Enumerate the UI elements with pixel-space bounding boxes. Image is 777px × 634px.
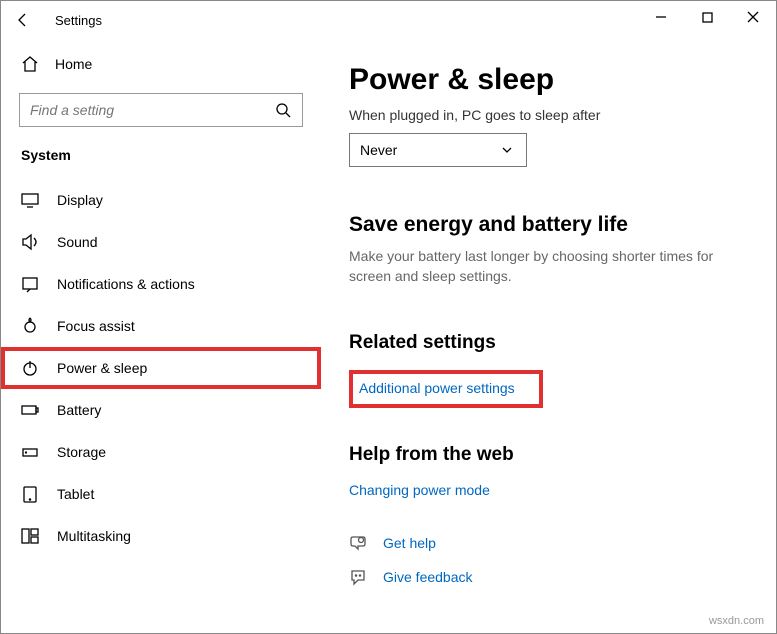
additional-power-link[interactable]: Additional power settings xyxy=(359,380,515,396)
dropdown-value: Never xyxy=(360,142,397,158)
energy-heading: Save energy and battery life xyxy=(349,213,746,237)
sidebar-item-storage[interactable]: Storage xyxy=(1,431,321,473)
battery-icon xyxy=(21,401,39,419)
back-button[interactable] xyxy=(15,12,51,28)
multitasking-icon xyxy=(21,527,39,545)
help-heading: Help from the web xyxy=(349,444,746,466)
highlight-box: Additional power settings xyxy=(349,370,543,408)
sidebar-item-sound[interactable]: Sound xyxy=(1,221,321,263)
sidebar: Home System Display Sound Notifications … xyxy=(1,39,321,633)
search-field[interactable] xyxy=(30,102,270,118)
feedback-icon xyxy=(349,568,367,586)
home-nav[interactable]: Home xyxy=(1,47,321,81)
link-text: Get help xyxy=(383,535,436,551)
sidebar-item-power-sleep[interactable]: Power & sleep xyxy=(1,347,321,389)
tablet-icon xyxy=(21,485,39,503)
home-icon xyxy=(21,55,39,73)
search-input[interactable] xyxy=(19,93,303,127)
plugged-label: When plugged in, PC goes to sleep after xyxy=(349,107,746,123)
sound-icon xyxy=(21,233,39,251)
chevron-down-icon xyxy=(498,141,516,159)
sidebar-item-notifications[interactable]: Notifications & actions xyxy=(1,263,321,305)
sidebar-item-multitasking[interactable]: Multitasking xyxy=(1,515,321,557)
section-label: System xyxy=(1,147,321,179)
minimize-button[interactable] xyxy=(638,1,684,33)
nav-label: Storage xyxy=(57,444,106,460)
notifications-icon xyxy=(21,275,39,293)
nav-label: Battery xyxy=(57,402,101,418)
search-icon xyxy=(274,101,292,119)
changing-power-link[interactable]: Changing power mode xyxy=(349,482,746,498)
content-pane: Power & sleep When plugged in, PC goes t… xyxy=(321,39,776,633)
energy-desc: Make your battery last longer by choosin… xyxy=(349,247,729,286)
nav-label: Display xyxy=(57,192,103,208)
maximize-button[interactable] xyxy=(684,1,730,33)
nav-label: Power & sleep xyxy=(57,360,147,376)
related-heading: Related settings xyxy=(349,332,746,354)
link-text: Give feedback xyxy=(383,569,473,585)
page-title: Power & sleep xyxy=(349,63,746,97)
sidebar-item-battery[interactable]: Battery xyxy=(1,389,321,431)
nav-label: Sound xyxy=(57,234,97,250)
nav-label: Notifications & actions xyxy=(57,276,195,292)
get-help-link[interactable]: Get help xyxy=(349,534,746,552)
close-button[interactable] xyxy=(730,1,776,33)
sidebar-item-display[interactable]: Display xyxy=(1,179,321,221)
sidebar-item-focus[interactable]: Focus assist xyxy=(1,305,321,347)
sidebar-item-tablet[interactable]: Tablet xyxy=(1,473,321,515)
storage-icon xyxy=(21,443,39,461)
power-icon xyxy=(21,359,39,377)
window-title: Settings xyxy=(55,13,102,28)
nav-label: Multitasking xyxy=(57,528,131,544)
focus-icon xyxy=(21,317,39,335)
sleep-dropdown[interactable]: Never xyxy=(349,133,527,167)
home-label: Home xyxy=(55,56,92,72)
display-icon xyxy=(21,191,39,209)
nav-label: Tablet xyxy=(57,486,94,502)
watermark: wsxdn.com xyxy=(709,615,764,627)
help-icon xyxy=(349,534,367,552)
nav-label: Focus assist xyxy=(57,318,135,334)
give-feedback-link[interactable]: Give feedback xyxy=(349,568,746,586)
